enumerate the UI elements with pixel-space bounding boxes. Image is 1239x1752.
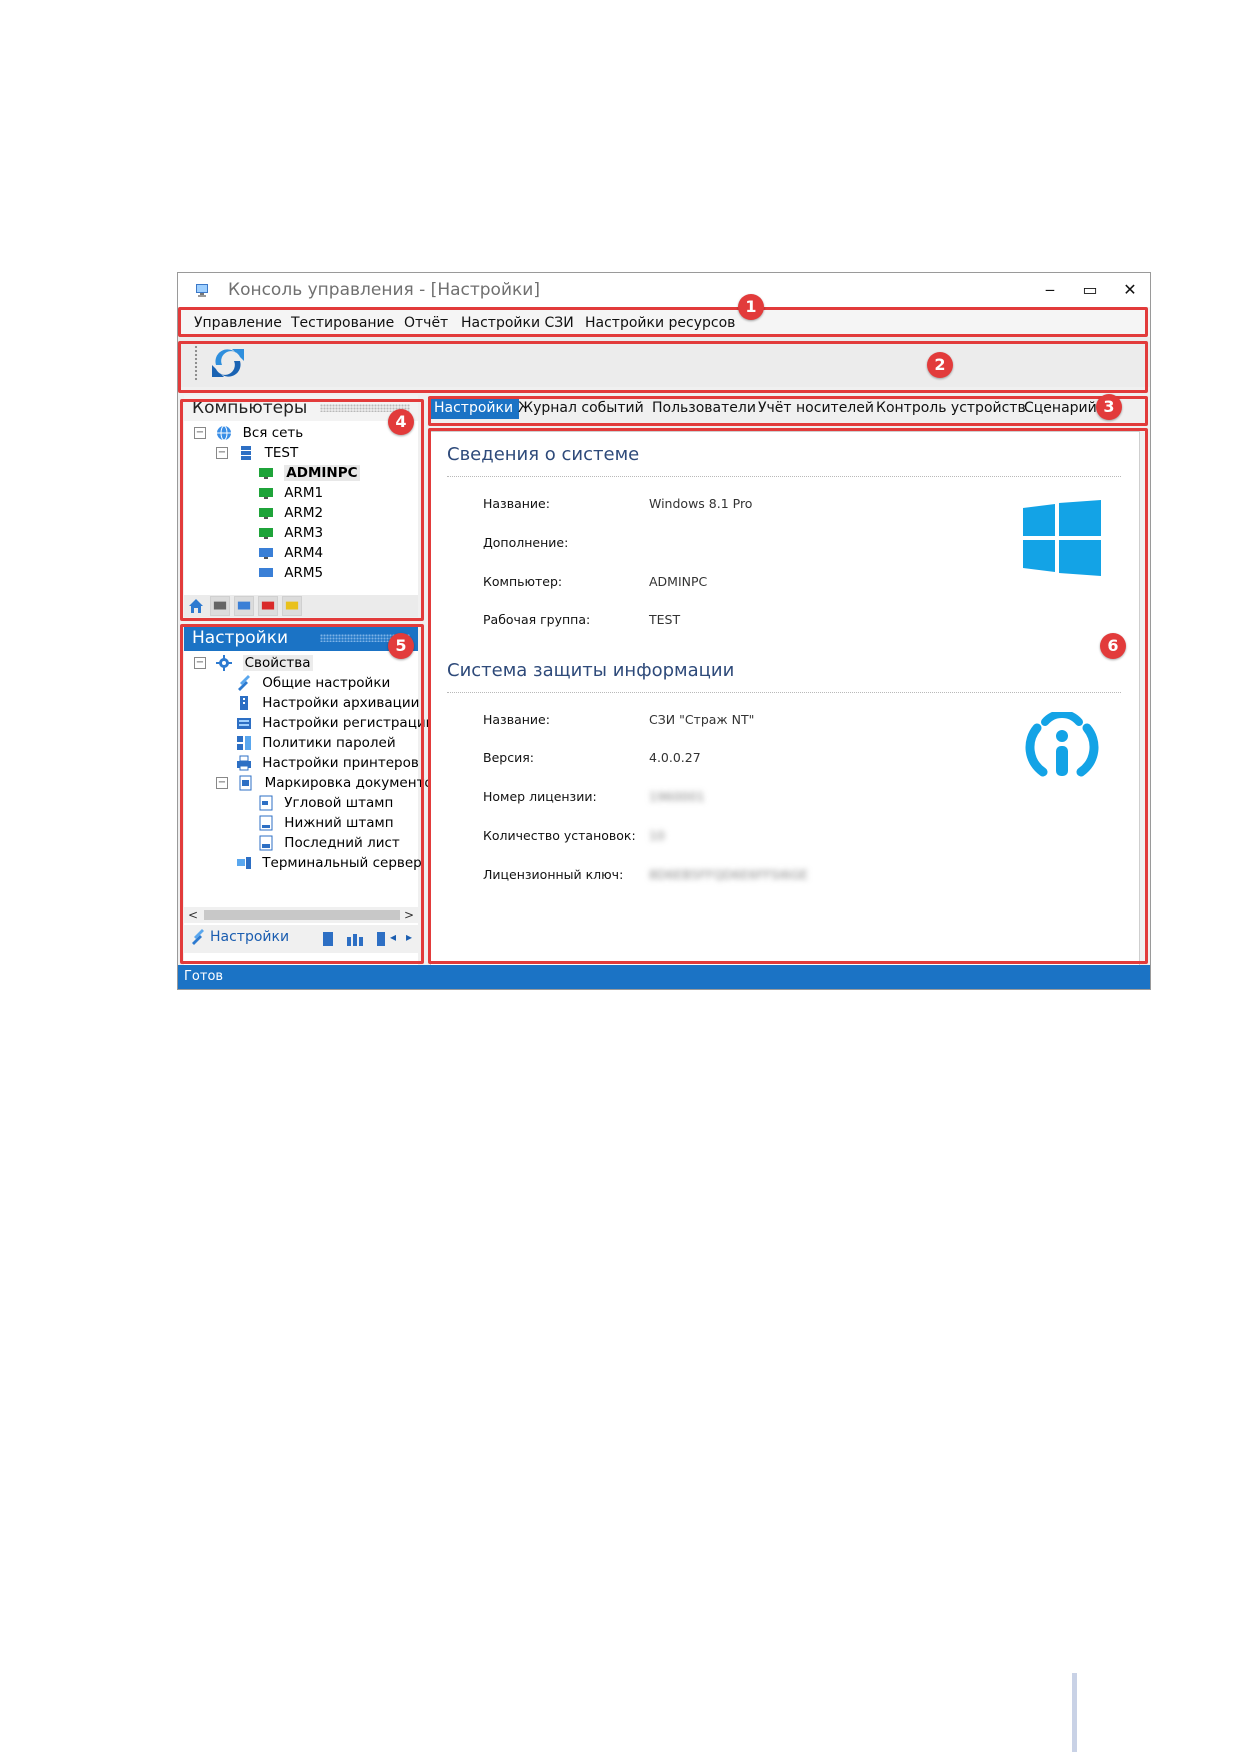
window-title: Консоль управления - [Настройки] [228,280,540,300]
title-bar: Консоль управления - [Настройки] ‒ ▭ ✕ [178,273,1150,307]
status-bar: Готов [178,965,1150,989]
highlight-frame-menu [178,307,1148,337]
callout-badge: 5 [388,633,414,659]
page-margin-line [1072,1673,1077,1752]
highlight-frame-toolbar [178,341,1148,393]
maximize-button[interactable]: ▭ [1070,275,1110,305]
callout-badge: 6 [1100,633,1126,659]
callout-badge: 1 [738,294,764,320]
minimize-button[interactable]: ‒ [1030,275,1070,305]
highlight-frame-tabs [428,396,1148,426]
status-text: Готов [184,969,224,984]
close-button[interactable]: ✕ [1110,275,1150,305]
callout-badge: 2 [927,352,953,378]
highlight-frame-content [428,428,1148,964]
highlight-frame-settings [180,624,424,964]
callout-badge: 4 [388,409,414,435]
callout-badge: 3 [1096,394,1122,420]
highlight-frame-computers [180,399,424,621]
app-icon [196,284,208,297]
